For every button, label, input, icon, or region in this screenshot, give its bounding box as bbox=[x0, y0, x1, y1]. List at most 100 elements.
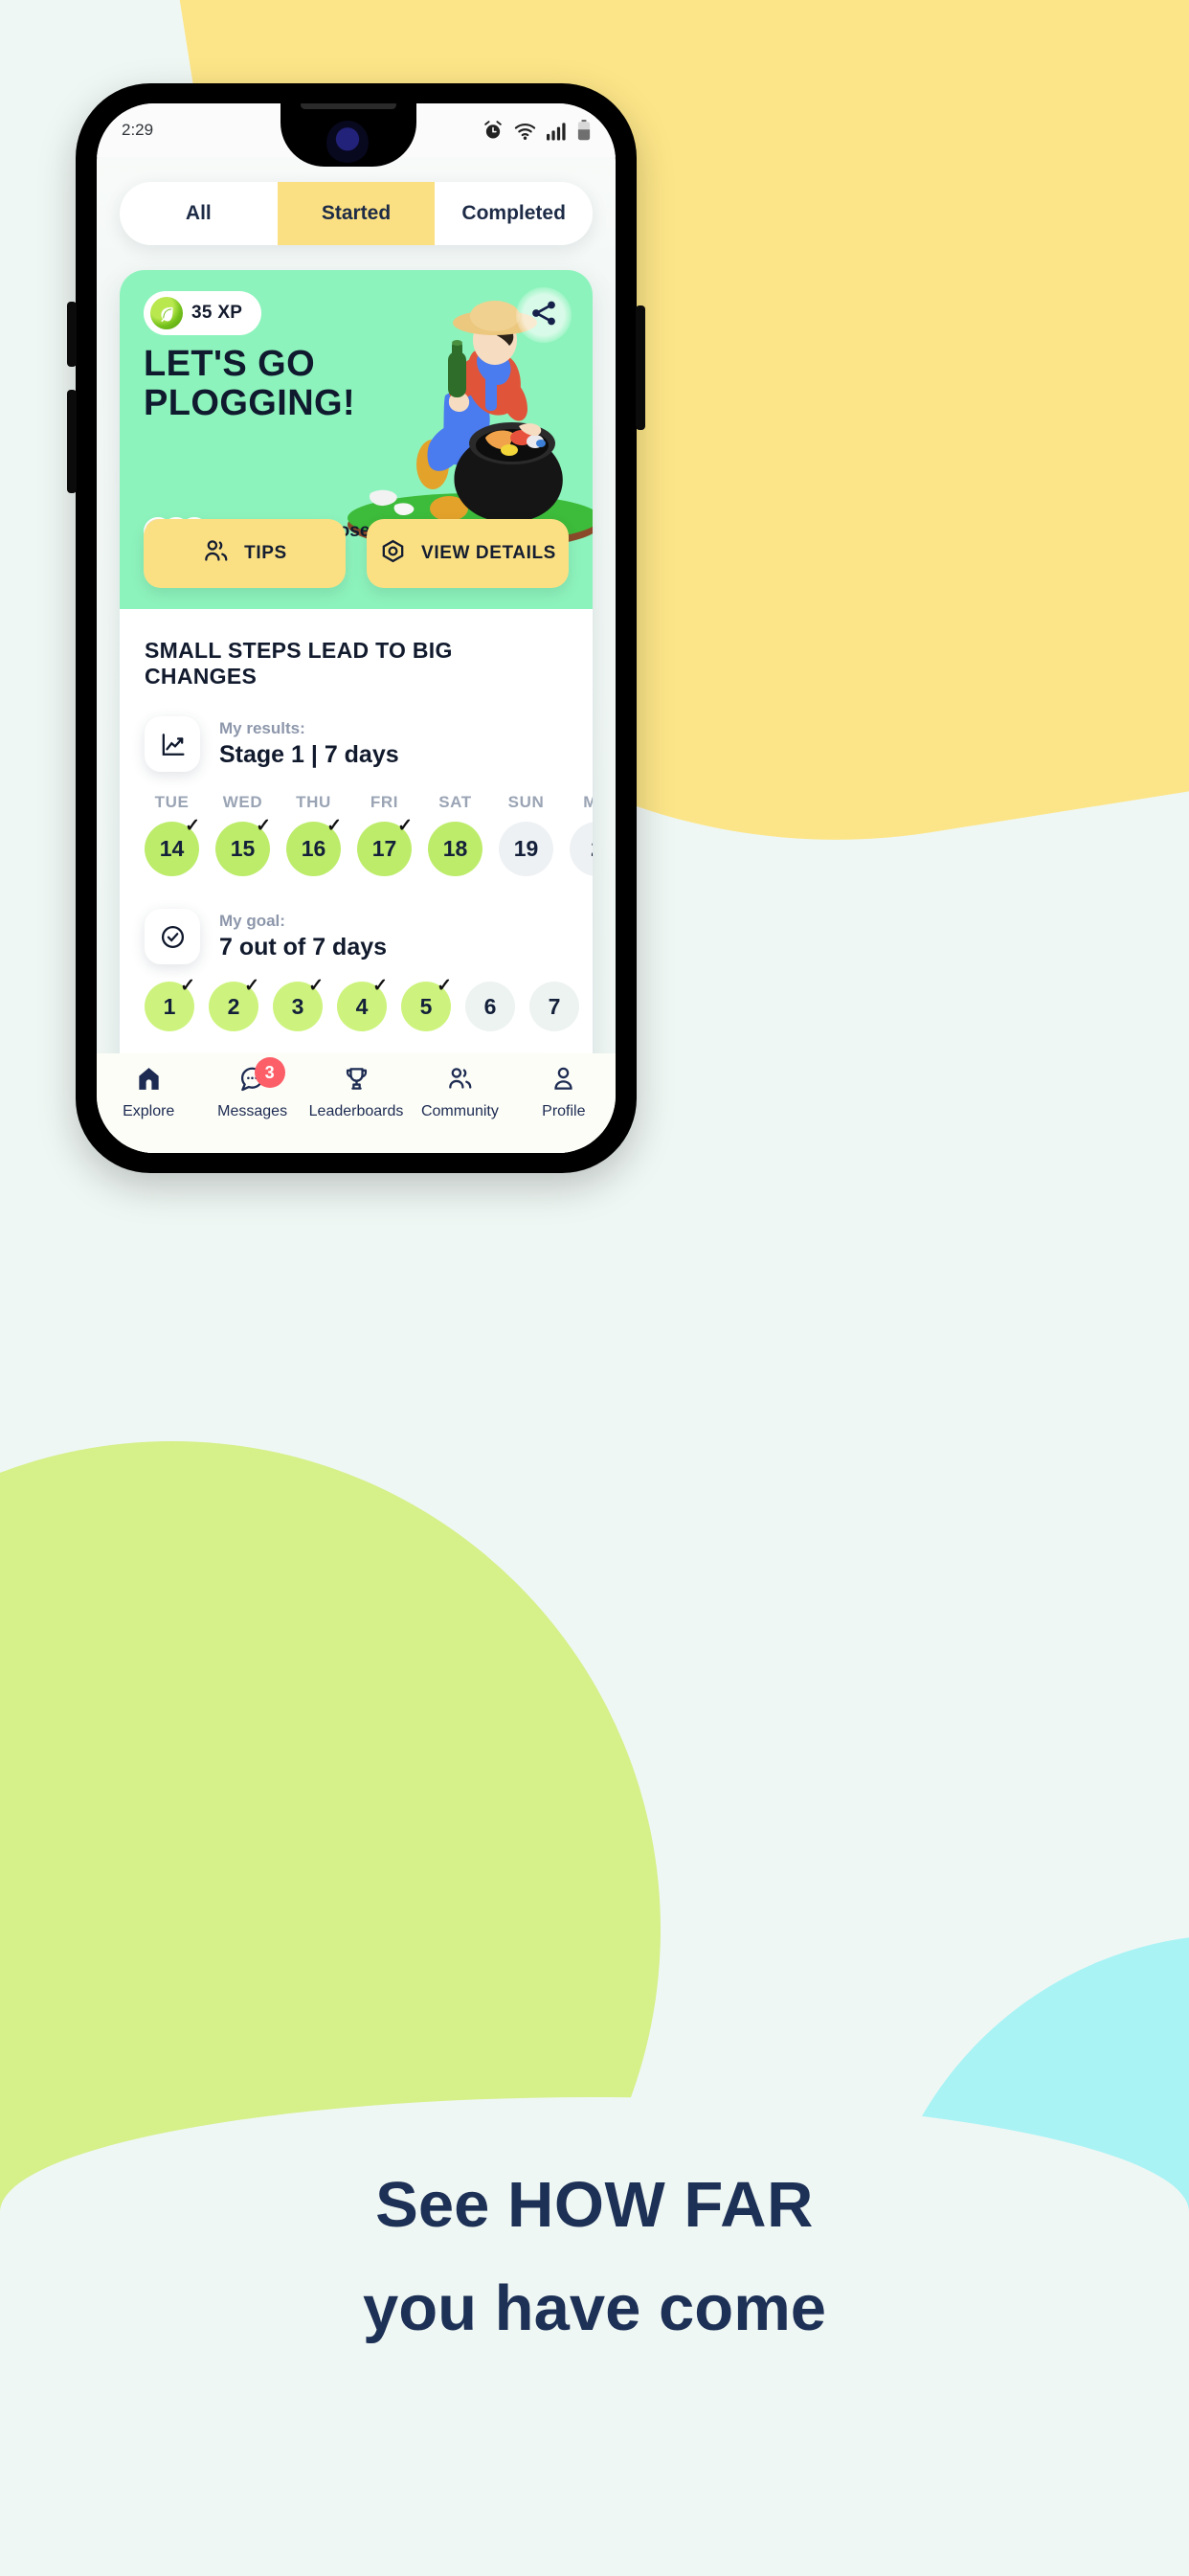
xp-badge: 35 XP bbox=[144, 291, 262, 335]
day-circle[interactable]: 2 bbox=[570, 822, 593, 876]
goal-step-number: 4 bbox=[355, 993, 369, 1019]
day-circle[interactable]: 19 bbox=[499, 822, 553, 876]
my-goal-value: 7 out of 7 days bbox=[219, 934, 388, 960]
nav-item-leaderboards[interactable]: Leaderboards bbox=[304, 1065, 408, 1120]
trophy-icon bbox=[343, 1065, 370, 1097]
day-circle[interactable]: 14 ✓ bbox=[145, 817, 200, 876]
people-icon bbox=[446, 1065, 474, 1097]
action-title-line1: LET'S GO bbox=[144, 344, 316, 384]
day-circle[interactable]: 18 bbox=[428, 822, 482, 876]
day-label: SUN bbox=[507, 793, 545, 811]
goal-step-number: 3 bbox=[291, 993, 304, 1019]
day-number: 18 bbox=[442, 836, 468, 861]
eye-icon bbox=[379, 537, 407, 570]
nav-label-profile: Profile bbox=[542, 1103, 586, 1119]
my-results-label: My results: bbox=[219, 719, 305, 737]
goal-step[interactable]: 4 ✓ bbox=[337, 977, 388, 1031]
home-icon bbox=[135, 1065, 163, 1097]
my-goal-label: My goal: bbox=[219, 912, 285, 930]
tips-button[interactable]: TIPS bbox=[144, 519, 346, 588]
goal-step[interactable]: 7 bbox=[529, 982, 579, 1031]
nav-label-explore: Explore bbox=[123, 1103, 175, 1119]
phone-screen: 2:29 All Started Completed 35 XP LET'S G… bbox=[97, 103, 616, 1153]
day-number: 19 bbox=[513, 836, 539, 861]
day-circle[interactable]: 17 ✓ bbox=[357, 817, 413, 876]
phone-mockup: 2:29 All Started Completed 35 XP LET'S G… bbox=[67, 83, 1119, 1175]
day-label: WED bbox=[222, 793, 263, 811]
day-circle[interactable]: 15 ✓ bbox=[215, 817, 271, 876]
action-card-buttons: TIPS VIEW DETAILS bbox=[120, 519, 593, 609]
people-icon bbox=[202, 537, 230, 570]
results-section-title: SMALL STEPS LEAD TO BIG CHANGES bbox=[145, 638, 453, 689]
view-details-button[interactable]: VIEW DETAILS bbox=[367, 519, 569, 588]
check-mark-icon: ✓ bbox=[308, 976, 324, 996]
nav-label-community: Community bbox=[420, 1103, 499, 1119]
status-bar-clock: 2:29 bbox=[122, 121, 154, 139]
goal-step[interactable]: 3 ✓ bbox=[273, 977, 324, 1031]
action-title-line2: PLOGGING! bbox=[144, 383, 356, 424]
wifi-icon bbox=[514, 122, 536, 141]
nav-label-messages: Messages bbox=[217, 1103, 288, 1119]
earpiece-speaker bbox=[301, 103, 396, 109]
check-mark-icon: ✓ bbox=[397, 816, 413, 836]
filter-tabs-container: All Started Completed bbox=[97, 157, 616, 245]
check-mark-icon: ✓ bbox=[180, 976, 195, 996]
view-details-button-label: VIEW DETAILS bbox=[421, 543, 556, 563]
goal-step-number: 1 bbox=[163, 993, 176, 1019]
check-mark-icon: ✓ bbox=[256, 816, 271, 836]
goal-step-number: 2 bbox=[227, 993, 240, 1019]
goal-step[interactable]: 1 ✓ bbox=[145, 977, 195, 1031]
goal-step-number: 5 bbox=[419, 993, 433, 1019]
action-card-title: LET'S GO PLOGGING! bbox=[144, 344, 356, 424]
promo-line-2: you have come bbox=[362, 2272, 827, 2345]
bottom-navigation: Explore 3 Messages Leaderboards Communit… bbox=[97, 1053, 616, 1153]
front-camera bbox=[326, 121, 369, 165]
day-number: 14 bbox=[159, 836, 185, 861]
tab-completed[interactable]: Completed bbox=[435, 182, 593, 245]
leaf-icon bbox=[150, 297, 183, 329]
day-number: 2 bbox=[591, 836, 593, 862]
nav-item-community[interactable]: Community bbox=[408, 1065, 511, 1120]
tab-all[interactable]: All bbox=[120, 182, 278, 245]
xp-value: 35 XP bbox=[191, 303, 243, 323]
goal-steps-strip: 1 ✓ 2 ✓ 3 ✓ 4 ✓ 5 ✓ 6 7 bbox=[120, 964, 593, 1031]
action-card: 35 XP LET'S GO PLOGGING! TIPS VIEW DETAI… bbox=[120, 270, 593, 1153]
day-label: FRI bbox=[370, 793, 399, 811]
share-icon bbox=[528, 298, 559, 333]
goal-step-number: 7 bbox=[548, 993, 561, 1019]
nav-item-explore[interactable]: Explore bbox=[97, 1065, 200, 1120]
power-button[interactable] bbox=[636, 305, 645, 430]
goal-step[interactable]: 6 bbox=[465, 982, 515, 1031]
goal-step[interactable]: 5 ✓ bbox=[401, 977, 452, 1031]
day-column: SAT 18 bbox=[428, 793, 482, 876]
check-mark-icon: ✓ bbox=[372, 976, 388, 996]
promo-line-1-light: See bbox=[375, 2169, 507, 2241]
day-number: 17 bbox=[371, 836, 397, 861]
cellular-signal-icon bbox=[547, 122, 567, 141]
check-mark-icon: ✓ bbox=[185, 816, 200, 836]
nav-item-messages[interactable]: 3 Messages bbox=[200, 1057, 303, 1120]
action-card-header: 35 XP LET'S GO PLOGGING! TIPS VIEW DETAI… bbox=[120, 270, 593, 609]
tab-started[interactable]: Started bbox=[277, 182, 436, 245]
my-results-row: My results: Stage 1 | 7 days bbox=[120, 716, 593, 772]
day-label: THU bbox=[296, 793, 331, 811]
nav-item-profile[interactable]: Profile bbox=[512, 1065, 616, 1120]
volume-up-button[interactable] bbox=[67, 302, 77, 367]
day-column: THU 16 ✓ bbox=[286, 793, 342, 876]
share-button[interactable] bbox=[516, 287, 572, 343]
volume-down-button[interactable] bbox=[67, 390, 77, 493]
check-mark-icon: ✓ bbox=[326, 816, 342, 836]
nav-label-leaderboards: Leaderboards bbox=[308, 1103, 404, 1119]
my-results-value: Stage 1 | 7 days bbox=[219, 741, 399, 768]
check-circle-icon bbox=[145, 909, 200, 964]
day-number: 15 bbox=[230, 836, 256, 861]
phone-body: 2:29 All Started Completed 35 XP LET'S G… bbox=[67, 83, 645, 1173]
check-mark-icon: ✓ bbox=[437, 976, 452, 996]
person-icon bbox=[550, 1065, 577, 1097]
promo-headline: See HOW FAR you have come bbox=[0, 2162, 1189, 2353]
goal-step[interactable]: 2 ✓ bbox=[209, 977, 259, 1031]
filter-tabs: All Started Completed bbox=[120, 182, 593, 245]
my-goal-row: My goal: 7 out of 7 days bbox=[120, 909, 593, 964]
day-column: WED 15 ✓ bbox=[215, 793, 271, 876]
day-circle[interactable]: 16 ✓ bbox=[286, 817, 342, 876]
